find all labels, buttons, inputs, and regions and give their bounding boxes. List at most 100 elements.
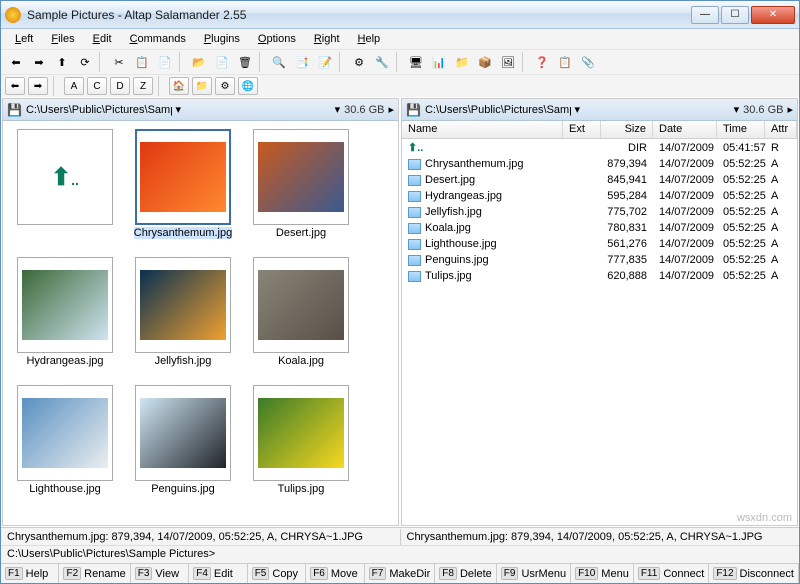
drivebar-extra-1[interactable]: 📁 (192, 77, 212, 95)
right-pathbar[interactable]: 💾 C:\Users\Public\Pictures\Sample Pictur… (402, 99, 797, 121)
toolbar-button-11[interactable]: 🗑 (234, 51, 256, 73)
toolbar-button-13[interactable]: 🔍 (268, 51, 290, 73)
drivebar-extra-3[interactable]: 🌐 (238, 77, 258, 95)
toolbar-button-0[interactable]: ⬅ (5, 51, 27, 73)
fnkey-f12[interactable]: F12Disconnect (709, 564, 799, 583)
drive-z[interactable]: Z (133, 77, 153, 95)
toolbar-button-20[interactable]: 🖥 (405, 51, 427, 73)
thumb-item[interactable]: Tulips.jpg (247, 385, 355, 495)
left-pathbar[interactable]: 💾 C:\Users\Public\Pictures\Sample Pictur… (3, 99, 398, 121)
chevron-icon[interactable]: ▸ (787, 103, 793, 116)
menu-help[interactable]: Help (350, 31, 389, 47)
header-date[interactable]: Date (653, 121, 717, 138)
thumb-item[interactable]: Jellyfish.jpg (129, 257, 237, 367)
menu-commands[interactable]: Commands (122, 31, 194, 47)
menu-plugins[interactable]: Plugins (196, 31, 248, 47)
thumb-item[interactable]: Desert.jpg (247, 129, 355, 239)
image-file-icon (408, 207, 421, 218)
toolbar-button-26[interactable]: ❓ (531, 51, 553, 73)
drivebar-extra-2[interactable]: ⚙ (215, 77, 235, 95)
fnkey-f5[interactable]: F5Copy (248, 564, 306, 583)
header-time[interactable]: Time (717, 121, 765, 138)
menu-left[interactable]: Left (7, 31, 41, 47)
file-row[interactable]: Hydrangeas.jpg595,28414/07/200905:52:25A (402, 188, 797, 204)
toolbar-button-22[interactable]: 📁 (451, 51, 473, 73)
toolbar-button-9[interactable]: 📂 (188, 51, 210, 73)
chevron-icon[interactable]: ▸ (388, 103, 394, 116)
file-row[interactable]: Lighthouse.jpg561,27614/07/200905:52:25A (402, 236, 797, 252)
toolbar-button-1[interactable]: ➡ (28, 51, 50, 73)
toolbar-button-14[interactable]: 📑 (291, 51, 313, 73)
thumb-item[interactable]: Lighthouse.jpg (11, 385, 119, 495)
menu-options[interactable]: Options (250, 31, 304, 47)
drive-a[interactable]: A (64, 77, 84, 95)
drive-d[interactable]: D (110, 77, 130, 95)
fnkey-f11[interactable]: F11Connect (634, 564, 709, 583)
drive-c[interactable]: C (87, 77, 107, 95)
details-header[interactable]: Name Ext Size Date Time Attr (402, 121, 797, 139)
file-row[interactable]: Tulips.jpg620,88814/07/200905:52:25A (402, 268, 797, 284)
menu-files[interactable]: Files (43, 31, 82, 47)
nav-button-1[interactable]: ➡ (28, 77, 48, 95)
file-row[interactable]: Desert.jpg845,94114/07/200905:52:25A (402, 172, 797, 188)
fnkey-label: Connect (663, 568, 704, 580)
fnkey-f6[interactable]: F6Move (306, 564, 364, 583)
file-row[interactable]: Chrysanthemum.jpg879,39414/07/200905:52:… (402, 156, 797, 172)
thumb-item[interactable]: Hydrangeas.jpg (11, 257, 119, 367)
toolbar-button-6[interactable]: 📋 (131, 51, 153, 73)
thumb-item[interactable]: Penguins.jpg (129, 385, 237, 495)
filter-icon[interactable]: ▾ (176, 103, 182, 116)
thumb-item[interactable]: Koala.jpg (247, 257, 355, 367)
toolbar-button-10[interactable]: 📄 (211, 51, 233, 73)
row-parent-dir[interactable]: ⬆..DIR14/07/200905:41:57R (402, 139, 797, 156)
maximize-button[interactable]: ☐ (721, 6, 749, 24)
toolbar-button-17[interactable]: ⚙ (348, 51, 370, 73)
header-name[interactable]: Name (402, 121, 563, 138)
header-attr[interactable]: Attr (765, 121, 797, 138)
fnkey-f2[interactable]: F2Rename (59, 564, 130, 583)
thumb-item[interactable]: Chrysanthemum.jpg (129, 129, 237, 239)
filter-icon[interactable]: ▾ (575, 103, 581, 116)
minimize-button[interactable]: — (691, 6, 719, 24)
fnkey-f1[interactable]: F1Help (1, 564, 59, 583)
dropdown-icon[interactable]: ▾ (734, 103, 740, 116)
drivebar-extra-0[interactable]: 🏠 (169, 77, 189, 95)
toolbar-button-7[interactable]: 📄 (154, 51, 176, 73)
menu-right[interactable]: Right (306, 31, 348, 47)
file-size: 780,831 (601, 221, 653, 235)
header-size[interactable]: Size (601, 121, 653, 138)
file-row[interactable]: Penguins.jpg777,83514/07/200905:52:25A (402, 252, 797, 268)
fnkey-f7[interactable]: F7MakeDir (365, 564, 436, 583)
header-ext[interactable]: Ext (563, 121, 601, 138)
fnkey-f8[interactable]: F8Delete (435, 564, 496, 583)
toolbar-button-28[interactable]: 📎 (577, 51, 599, 73)
toolbar-button-15[interactable]: 📝 (314, 51, 336, 73)
command-line[interactable]: C:\Users\Public\Pictures\Sample Pictures… (1, 545, 799, 563)
file-attr: A (765, 221, 797, 235)
fnkey-f10[interactable]: F10Menu (571, 564, 634, 583)
file-row[interactable]: Jellyfish.jpg775,70214/07/200905:52:25A (402, 204, 797, 220)
key-badge: F9 (501, 567, 519, 580)
toolbar-button-5[interactable]: ✂ (108, 51, 130, 73)
thumb-label: Chrysanthemum.jpg (134, 227, 232, 239)
panels: 💾 C:\Users\Public\Pictures\Sample Pictur… (1, 97, 799, 527)
toolbar-button-24[interactable]: 🖼 (497, 51, 519, 73)
image-file-icon (408, 175, 421, 186)
toolbar-button-3[interactable]: ⟳ (74, 51, 96, 73)
fnkey-f4[interactable]: F4Edit (189, 564, 247, 583)
dropdown-icon[interactable]: ▾ (335, 103, 341, 116)
toolbar-button-23[interactable]: 📦 (474, 51, 496, 73)
menu-edit[interactable]: Edit (85, 31, 120, 47)
file-row[interactable]: Koala.jpg780,83114/07/200905:52:25A (402, 220, 797, 236)
toolbar-button-27[interactable]: 📋 (554, 51, 576, 73)
right-pane: 💾 C:\Users\Public\Pictures\Sample Pictur… (401, 98, 798, 526)
toolbar-button-18[interactable]: 🔧 (371, 51, 393, 73)
toolbar-button-2[interactable]: ⬆ (51, 51, 73, 73)
file-date: 14/07/2009 (653, 173, 717, 187)
fnkey-f9[interactable]: F9UsrMenu (497, 564, 571, 583)
nav-button-0[interactable]: ⬅ (5, 77, 25, 95)
toolbar-button-21[interactable]: 📊 (428, 51, 450, 73)
close-button[interactable]: ✕ (751, 6, 795, 24)
thumb-up[interactable]: ⬆.. (11, 129, 119, 239)
fnkey-f3[interactable]: F3View (131, 564, 189, 583)
